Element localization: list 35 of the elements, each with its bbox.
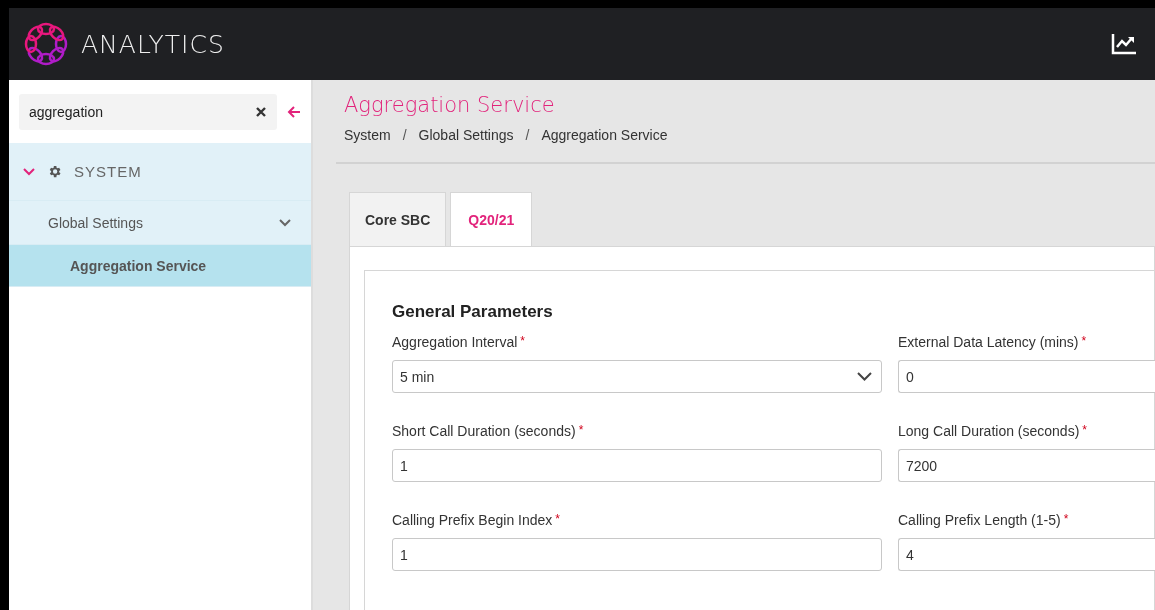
- breadcrumb-link[interactable]: Aggregation Service: [541, 127, 668, 143]
- dropdown[interactable]: 5 min: [392, 360, 882, 393]
- gear-icon: [47, 164, 62, 179]
- chevron-icon[interactable]: [23, 167, 35, 176]
- input-field[interactable]: 0: [898, 360, 1155, 393]
- clear-icon[interactable]: [255, 105, 267, 118]
- breadcrumb-separator: /: [402, 127, 407, 143]
- tree-item[interactable]: Global Settings: [48, 214, 143, 231]
- page-title: Aggregation Service: [344, 93, 556, 117]
- field-label: Calling Prefix Begin Index *: [392, 512, 561, 528]
- input-field[interactable]: 1: [392, 449, 882, 482]
- line-chart-icon[interactable]: [1111, 33, 1137, 55]
- logo-icon: [23, 21, 69, 67]
- app-title: ANALYTICS: [81, 29, 225, 59]
- breadcrumb-link[interactable]: System: [344, 127, 391, 143]
- back-arrow-icon[interactable]: [287, 104, 301, 119]
- section-title: General Parameters: [392, 302, 554, 322]
- breadcrumb-link[interactable]: Global Settings: [418, 127, 514, 143]
- field-label: External Data Latency (mins) *: [898, 334, 1088, 350]
- tab[interactable]: Core SBC: [349, 192, 447, 246]
- input-field[interactable]: 4: [898, 538, 1155, 571]
- input-field[interactable]: 7200: [898, 449, 1155, 482]
- chevron-icon: [857, 372, 872, 381]
- field-label: Calling Prefix Length (1-5) *: [898, 512, 1070, 528]
- tree-item[interactable]: Aggregation Service: [9, 245, 311, 287]
- chevron-icon[interactable]: [279, 218, 291, 227]
- field-label: Aggregation Interval *: [392, 334, 526, 350]
- tree-label: SYSTEM: [74, 163, 142, 180]
- tab[interactable]: Q20/21: [450, 192, 533, 246]
- breadcrumb-separator: /: [525, 127, 530, 143]
- search-field[interactable]: aggregation: [19, 93, 277, 130]
- input-field[interactable]: 1: [392, 538, 882, 571]
- tree-item[interactable]: SYSTEM: [9, 143, 311, 201]
- field-label: Long Call Duration (seconds) *: [898, 423, 1088, 439]
- field-label: Short Call Duration (seconds) *: [392, 423, 585, 439]
